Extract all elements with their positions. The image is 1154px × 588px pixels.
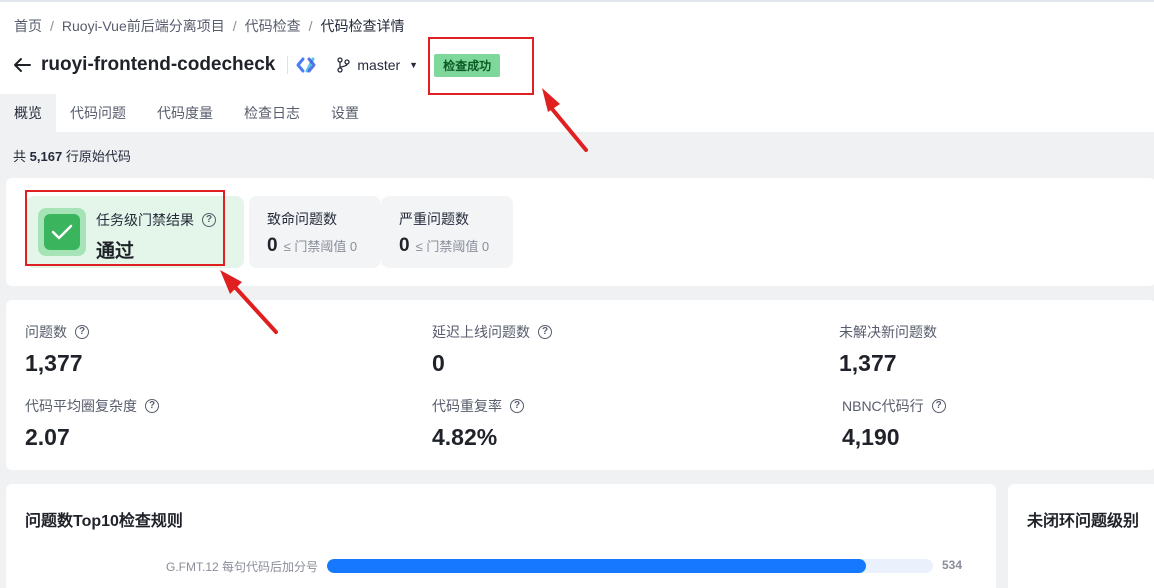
metric-value: 0 bbox=[432, 350, 445, 376]
top10-title: 问题数Top10检查规则 bbox=[25, 513, 183, 530]
metric-duplication-rate: 代码重复率? 4.82% bbox=[432, 396, 524, 451]
breadcrumb-separator: / bbox=[50, 18, 54, 34]
code-check-logo-icon bbox=[296, 55, 316, 75]
fatal-threshold: ≤ 门禁阈值 0 bbox=[283, 239, 358, 254]
metric-value: 2.07 bbox=[25, 424, 70, 450]
issue-level-card: 未闭环问题级别 bbox=[1008, 484, 1154, 588]
top10-rules-card: 问题数Top10检查规则 G.FMT.12 每句代码后加分号 534 bbox=[6, 484, 996, 588]
caret-down-icon: ▼ bbox=[409, 60, 419, 70]
git-branch-icon bbox=[337, 57, 351, 73]
fatal-issues-label: 致命问题数 bbox=[267, 211, 337, 227]
metric-unresolved-new: 未解决新问题数 1,377 bbox=[839, 322, 937, 377]
branch-selector[interactable]: master ▼ bbox=[336, 57, 418, 73]
summary-prefix: 共 bbox=[13, 149, 27, 164]
arrow-left-icon bbox=[14, 58, 31, 72]
serious-issues-value: 0 ≤ 门禁阈值 0 bbox=[399, 235, 489, 257]
breadcrumb-codecheck[interactable]: 代码检查 bbox=[245, 16, 301, 36]
branch-name: master bbox=[357, 57, 401, 73]
summary-suffix: 行原始代码 bbox=[65, 149, 131, 164]
metric-label: 延迟上线问题数 bbox=[432, 324, 530, 340]
metric-nbnc-lines: NBNC代码行? 4,190 bbox=[842, 396, 946, 451]
tab-overview[interactable]: 概览 bbox=[0, 94, 56, 134]
fatal-issues-value: 0 ≤ 门禁阈值 0 bbox=[267, 235, 357, 257]
rule-count: 534 bbox=[942, 558, 963, 572]
metrics-panel: 问题数? 1,377 延迟上线问题数? 0 未解决新问题数 1,377 代码平均… bbox=[6, 300, 1154, 470]
back-button[interactable] bbox=[12, 55, 32, 75]
metric-value: 4,190 bbox=[842, 424, 900, 450]
rule-bar-row[interactable]: G.FMT.12 每句代码后加分号 534 bbox=[6, 556, 996, 576]
metric-label: 代码平均圈复杂度 bbox=[25, 398, 137, 414]
metric-label: 未解决新问题数 bbox=[839, 324, 937, 340]
metric-delayed-issues: 延迟上线问题数? 0 bbox=[432, 322, 552, 377]
serious-issues-count: 0 bbox=[399, 235, 410, 256]
tab-code-metrics[interactable]: 代码度量 bbox=[140, 94, 227, 134]
help-icon[interactable]: ? bbox=[931, 399, 946, 413]
fatal-issues-count: 0 bbox=[267, 235, 278, 256]
annotation-arrow bbox=[542, 88, 588, 152]
breadcrumb-home[interactable]: 首页 bbox=[14, 16, 42, 36]
help-icon[interactable]: ? bbox=[145, 399, 159, 413]
project-name: ruoyi-frontend-codecheck bbox=[41, 54, 276, 75]
breadcrumb-separator: / bbox=[308, 18, 313, 34]
tab-code-issues[interactable]: 代码问题 bbox=[56, 94, 140, 134]
metric-avg-complexity: 代码平均圈复杂度? 2.07 bbox=[25, 396, 159, 451]
fatal-issues-card: 致命问题数 0 ≤ 门禁阈值 0 bbox=[249, 196, 381, 268]
annotation-highlight-box bbox=[25, 190, 225, 266]
title-row: ruoyi-frontend-codecheck master ▼ 检查成功 bbox=[12, 50, 501, 80]
tab-check-logs[interactable]: 检查日志 bbox=[227, 94, 314, 134]
summary-lines-count: 5,167 bbox=[29, 149, 63, 164]
breadcrumb-current: 代码检查详情 bbox=[320, 18, 405, 34]
annotation-highlight-box bbox=[428, 37, 534, 95]
serious-threshold: ≤ 门禁阈值 0 bbox=[415, 239, 490, 254]
tab-bar: 概览 代码问题 代码度量 检查日志 设置 bbox=[0, 94, 373, 134]
metric-label: 代码重复率 bbox=[432, 398, 502, 414]
metric-value: 4.82% bbox=[432, 424, 498, 450]
breadcrumb-project[interactable]: Ruoyi-Vue前后端分离项目 bbox=[62, 16, 225, 36]
rule-bar-fill bbox=[327, 559, 867, 573]
metric-value: 1,377 bbox=[839, 350, 897, 376]
serious-issues-label: 严重问题数 bbox=[399, 211, 469, 227]
help-icon[interactable]: ? bbox=[538, 325, 552, 339]
serious-issues-card: 严重问题数 0 ≤ 门禁阈值 0 bbox=[381, 196, 513, 268]
divider bbox=[287, 56, 289, 74]
issue-level-title: 未闭环问题级别 bbox=[1027, 513, 1140, 530]
help-icon[interactable]: ? bbox=[510, 399, 524, 413]
breadcrumb: 首页 / Ruoyi-Vue前后端分离项目 / 代码检查 / 代码检查详情 bbox=[14, 16, 405, 36]
annotation-arrow bbox=[220, 270, 278, 334]
help-icon[interactable]: ? bbox=[75, 325, 89, 339]
rule-label: G.FMT.12 每句代码后加分号 bbox=[165, 560, 318, 574]
rule-bar-track bbox=[327, 559, 933, 573]
metric-issue-count: 问题数? 1,377 bbox=[25, 322, 89, 377]
metric-label: 问题数 bbox=[25, 324, 67, 340]
tab-settings[interactable]: 设置 bbox=[314, 94, 373, 134]
metric-label: NBNC代码行 bbox=[842, 398, 924, 414]
lines-summary: 共 5,167 行原始代码 bbox=[13, 146, 131, 165]
breadcrumb-separator: / bbox=[232, 18, 237, 34]
metric-value: 1,377 bbox=[25, 350, 83, 376]
